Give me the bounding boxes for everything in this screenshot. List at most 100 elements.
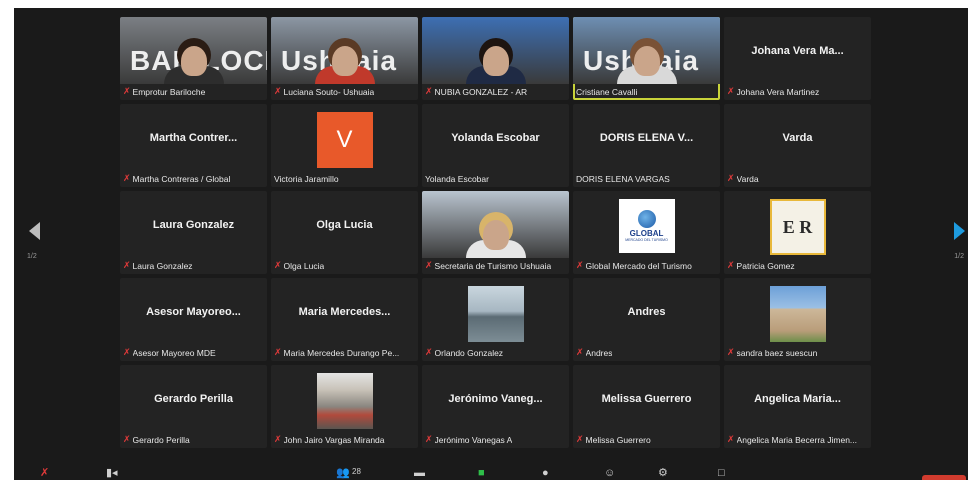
participant-display-name: Maria Mercedes... <box>298 306 391 318</box>
participant-tile[interactable]: ✗ NUBIA GONZALEZ - AR <box>422 17 569 100</box>
muted-mic-icon: ✗ <box>727 173 735 183</box>
participant-label-text: Martha Contreras / Global <box>132 173 231 184</box>
chat-icon[interactable]: ▬ <box>414 468 425 479</box>
participant-tile[interactable]: GLOBAL MERCADO DEL TURISMO ✗ Global Mercado… <box>573 191 720 274</box>
participant-tile[interactable]: Laura Gonzalez ✗ Laura Gonzalez <box>120 191 267 274</box>
muted-mic-icon: ✗ <box>576 347 584 357</box>
video-feed: Ushuaia <box>573 17 720 84</box>
record-icon[interactable]: ● <box>542 468 549 479</box>
gallery-view: BARILOCH✗Emprotur BarilocheUshuaia✗Lucia… <box>120 17 871 448</box>
participant-name-label: ✗ Olga Lucia <box>274 259 415 272</box>
muted-mic-icon: ✗ <box>727 260 735 270</box>
participant-name-label: ✗ Global Mercado del Turismo <box>576 259 717 272</box>
participant-display-name: Asesor Mayoreo... <box>146 306 241 318</box>
participant-display-name: Olga Lucia <box>316 219 373 231</box>
muted-mic-icon: ✗ <box>123 434 131 444</box>
participant-tile[interactable]: Ushuaia✗Luciana Souto- Ushuaia <box>271 17 418 100</box>
participant-name-label: Cristiane Cavalli <box>576 85 717 98</box>
muted-mic-icon: ✗ <box>727 86 735 96</box>
more-icon[interactable]: □ <box>718 468 725 479</box>
meeting-toolbar: ✗ ▮◂ 👥 28 ▬ ■ ● ☺ ⚙ □ <box>14 466 968 480</box>
participant-name-label: ✗ Laura Gonzalez <box>123 259 264 272</box>
participant-tile[interactable]: Yolanda Escobar Yolanda Escobar <box>422 104 569 187</box>
participant-name-label: ✗ Asesor Mayoreo MDE <box>123 346 264 359</box>
participant-label-text: Olga Lucia <box>283 260 325 271</box>
participant-tile[interactable]: ✗ Orlando Gonzalez <box>422 278 569 361</box>
share-screen-icon[interactable]: ■ <box>478 468 485 479</box>
reactions-icon[interactable]: ☺ <box>604 468 615 479</box>
participant-label-text: Laura Gonzalez <box>132 260 193 271</box>
participant-name-label: ✗ Orlando Gonzalez <box>425 346 566 359</box>
participant-name-label: ✗ John Jairo Vargas Miranda <box>274 433 415 446</box>
participant-display-name: Angelica Maria... <box>754 393 841 405</box>
participant-name-label: ✗ Secretaria de Turismo Ushuaia <box>425 259 566 272</box>
participant-tile[interactable]: V Victoria Jaramillo <box>271 104 418 187</box>
participant-tile[interactable]: BARILOCH✗Emprotur Bariloche <box>120 17 267 100</box>
participant-display-name: Varda <box>782 132 813 144</box>
participant-label-text: Gerardo Perilla <box>132 434 190 445</box>
logo-subtitle: MERCADO DEL TURISMO <box>625 237 668 242</box>
video-feed: BARILOCH <box>120 17 267 84</box>
muted-mic-icon: ✗ <box>274 86 282 96</box>
participant-label-text: Victoria Jaramillo <box>274 173 339 184</box>
participant-tile[interactable]: Andres ✗ Andres <box>573 278 720 361</box>
next-page-arrow-icon[interactable] <box>954 222 965 240</box>
participants-count: 28 <box>352 467 361 476</box>
participant-tile[interactable]: Maria Mercedes... ✗ Maria Mercedes Durango… <box>271 278 418 361</box>
video-feed <box>422 191 569 258</box>
muted-mic-icon: ✗ <box>425 260 433 270</box>
participant-name-label: ✗ Melissa Guerrero <box>576 433 717 446</box>
muted-mic-icon: ✗ <box>727 434 735 444</box>
participant-label-text: John Jairo Vargas Miranda <box>283 434 385 445</box>
participant-name-label: ✗ Varda <box>727 172 868 185</box>
participant-display-name: Andres <box>627 306 666 318</box>
participant-tile[interactable]: Jerónimo Vaneg... ✗ Jerónimo Vanegas A <box>422 365 569 448</box>
profile-logo: E R <box>769 199 826 255</box>
muted-mic-icon: ✗ <box>425 86 433 96</box>
participant-name-label: ✗ Martha Contreras / Global <box>123 172 264 185</box>
participant-name-label: ✗ sandra baez suescun <box>727 346 868 359</box>
participant-tile[interactable]: Melissa Guerrero ✗ Melissa Guerrero <box>573 365 720 448</box>
page-indicator-left: 1/2 <box>27 253 37 260</box>
muted-mic-icon: ✗ <box>123 173 131 183</box>
participant-tile[interactable]: E R ✗ Patricia Gomez <box>724 191 871 274</box>
muted-mic-icon: ✗ <box>425 347 433 357</box>
person-face <box>180 46 207 76</box>
participant-tile[interactable]: Varda ✗ Varda <box>724 104 871 187</box>
participant-tile[interactable]: Olga Lucia ✗ Olga Lucia <box>271 191 418 274</box>
previous-page-arrow-icon[interactable] <box>29 222 40 240</box>
participant-tile[interactable]: ✗ Secretaria de Turismo Ushuaia <box>422 191 569 274</box>
apps-icon[interactable]: ⚙ <box>658 468 668 479</box>
participant-name-label: ✗ Johana Vera Martinez <box>727 85 868 98</box>
muted-mic-icon: ✗ <box>274 260 282 270</box>
video-feed <box>422 17 569 84</box>
participant-tile[interactable]: DORIS ELENA V... DORIS ELENA VARGAS <box>573 104 720 187</box>
profile-logo: GLOBAL MERCADO DEL TURISMO <box>618 199 675 253</box>
participant-label-text: Varda <box>736 173 759 184</box>
muted-mic-icon: ✗ <box>576 434 584 444</box>
participant-name-label: ✗ Luciana Souto- Ushuaia <box>274 85 415 98</box>
participant-display-name: Gerardo Perilla <box>154 393 233 405</box>
avatar: V <box>316 112 373 168</box>
participant-label-text: Yolanda Escobar <box>425 173 489 184</box>
participant-tile[interactable]: Gerardo Perilla ✗ Gerardo Perilla <box>120 365 267 448</box>
participant-tile[interactable]: Asesor Mayoreo... ✗ Asesor Mayoreo MDE <box>120 278 267 361</box>
participant-tile[interactable]: Martha Contrer... ✗ Martha Contreras / Glo… <box>120 104 267 187</box>
end-meeting-button[interactable] <box>922 475 966 480</box>
participant-tile[interactable]: Angelica Maria... ✗ Angelica Maria Becerra… <box>724 365 871 448</box>
participant-display-name: Melissa Guerrero <box>601 393 692 405</box>
participant-tile[interactable]: ✗ sandra baez suescun <box>724 278 871 361</box>
participant-tile[interactable]: ✗ John Jairo Vargas Miranda <box>271 365 418 448</box>
participant-tile[interactable]: Ushuaia Cristiane Cavalli <box>573 17 720 100</box>
participant-label-text: Jerónimo Vanegas A <box>434 434 513 445</box>
participant-display-name: Yolanda Escobar <box>451 132 540 144</box>
participant-tile[interactable]: Johana Vera Ma... ✗ Johana Vera Martinez <box>724 17 871 100</box>
video-camera-icon[interactable]: ▮◂ <box>106 468 118 479</box>
globe-icon <box>637 209 656 228</box>
unmute-mic-icon[interactable]: ✗ <box>40 468 49 479</box>
participants-icon[interactable]: 👥 <box>336 468 350 479</box>
participant-display-name: Laura Gonzalez <box>152 219 235 231</box>
participant-label-text: Maria Mercedes Durango Pe... <box>283 347 400 358</box>
person-face <box>331 46 358 76</box>
muted-mic-icon: ✗ <box>123 347 131 357</box>
